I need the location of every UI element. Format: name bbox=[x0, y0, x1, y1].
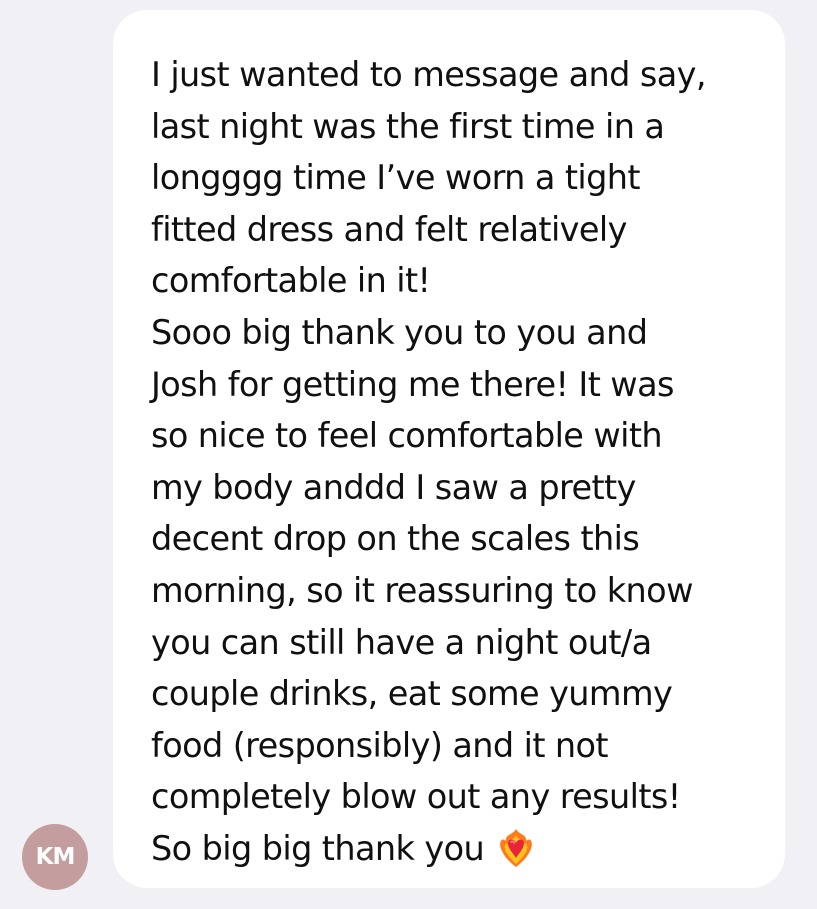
message-body: I just wanted to message and say, last n… bbox=[151, 55, 707, 868]
chat-screen: I just wanted to message and say, last n… bbox=[0, 0, 817, 909]
message-text: I just wanted to message and say, last n… bbox=[151, 49, 755, 875]
message-bubble[interactable]: I just wanted to message and say, last n… bbox=[113, 10, 785, 888]
avatar-initials: KM bbox=[35, 844, 76, 870]
avatar[interactable]: KM bbox=[22, 824, 88, 890]
heart-on-fire-icon bbox=[500, 828, 532, 867]
